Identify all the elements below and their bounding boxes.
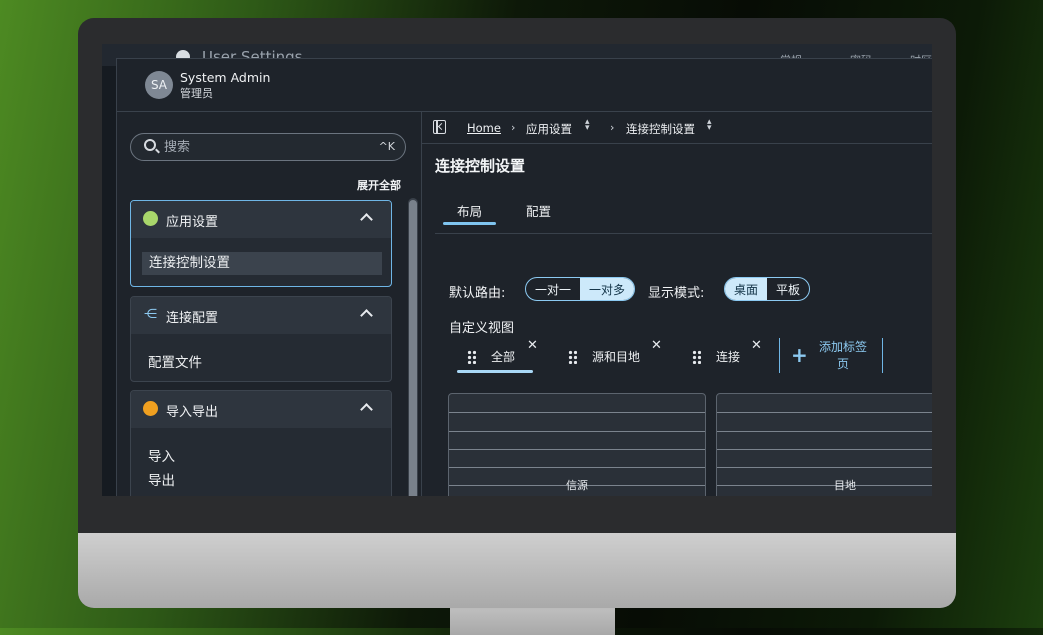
user-header: SA System Admin 管理员 (117, 59, 932, 112)
section-header-import-export[interactable]: 导入导出 (131, 391, 391, 428)
search-shortcut: ^K (378, 140, 395, 153)
search-icon (144, 139, 156, 151)
view-tab-label: 源和目地 (592, 350, 641, 364)
section-app-settings: 应用设置 连接控制设置 (130, 200, 392, 287)
monitor-chin (78, 533, 956, 608)
section-import-export: 导入导出 导入 导出 浏览 (130, 390, 392, 496)
drag-handle-icon[interactable] (568, 350, 577, 364)
active-tab-indicator (443, 222, 496, 225)
chevron-right-icon: › (511, 121, 516, 134)
route-toggle[interactable]: 一对一 一对多 (525, 277, 636, 301)
collapse-sidebar-icon[interactable] (433, 120, 446, 134)
sidebar-scrollbar[interactable] (408, 198, 418, 496)
section-connection-config: ⋲ 连接配置 配置文件 (130, 296, 392, 382)
page-tabs: 布局 配置 (435, 188, 932, 234)
source-card[interactable]: 信源 (448, 393, 706, 496)
add-tab-button[interactable]: + 添加标签页 (779, 338, 883, 373)
sidebar-item-connection-control[interactable]: 连接控制设置 (142, 252, 382, 275)
sidebar-item-profile[interactable]: 配置文件 (148, 351, 202, 371)
section-label: 应用设置 (166, 215, 219, 230)
display-mode-label: 显示模式: (648, 286, 705, 301)
section-header-app-settings[interactable]: 应用设置 (131, 201, 391, 238)
tab-config[interactable]: 配置 (526, 201, 551, 220)
main-content: Home › 应用设置 ▴ ▾ › 连接控制设置 ▴ ▾ 连接控制设置 布局 配置 … (422, 112, 932, 496)
view-tab-label: 连接 (716, 350, 741, 364)
card-title: 信源 (566, 479, 588, 492)
section-header-connection-config[interactable]: ⋲ 连接配置 (131, 297, 391, 334)
default-route-label: 默认路由: (449, 286, 506, 301)
transfer-icon (143, 401, 158, 416)
plus-icon: + (791, 343, 808, 367)
chevron-up-icon[interactable] (360, 309, 373, 322)
screen: User Settings 常规 密码 时区 SA System Admin 管… (102, 44, 932, 496)
close-icon[interactable]: ✕ (527, 338, 538, 353)
expand-all-button[interactable]: 展开全部 (357, 177, 401, 193)
display-option-desktop[interactable]: 桌面 (725, 278, 768, 300)
breadcrumb-home[interactable]: Home (467, 121, 501, 135)
chevron-right-icon: › (610, 121, 615, 134)
share-icon: ⋲ (144, 307, 157, 322)
close-icon[interactable]: ✕ (751, 338, 762, 353)
display-mode-toggle[interactable]: 桌面 平板 (724, 277, 811, 301)
sort-icon[interactable]: ▴ ▾ (707, 118, 712, 133)
add-tab-label: 添加标签页 (818, 340, 867, 371)
settings-dialog: SA System Admin 管理员 ^K 展开全部 应用设置 连接控制设置 (116, 58, 932, 496)
card-row-line (717, 412, 932, 413)
chevron-up-icon[interactable] (360, 213, 373, 226)
sidebar-item-browse[interactable]: 浏览 (148, 492, 175, 496)
destination-card[interactable]: 目地 (716, 393, 932, 496)
sidebar-item-import[interactable]: 导入 (148, 445, 175, 465)
route-option-one-to-one[interactable]: 一对一 (526, 278, 580, 300)
route-option-one-to-many[interactable]: 一对多 (580, 278, 635, 300)
background-sidebar-strip (102, 44, 116, 496)
card-row-line (449, 467, 705, 468)
settings-sidebar: ^K 展开全部 应用设置 连接控制设置 ⋲ 连接配置 配置文件 (117, 112, 422, 496)
drag-handle-icon[interactable] (692, 350, 701, 364)
card-row-line (717, 449, 932, 450)
close-icon[interactable]: ✕ (651, 338, 662, 353)
card-row-line (449, 412, 705, 413)
sidebar-item-export[interactable]: 导出 (148, 469, 175, 489)
scrollbar-thumb[interactable] (409, 200, 417, 496)
sort-icon[interactable]: ▴ ▾ (585, 118, 590, 133)
display-option-tablet[interactable]: 平板 (767, 278, 809, 300)
avatar[interactable]: SA (145, 71, 173, 99)
section-label: 连接配置 (166, 311, 219, 326)
custom-view-label: 自定义视图 (449, 321, 515, 336)
breadcrumb: Home › 应用设置 ▴ ▾ › 连接控制设置 ▴ ▾ (422, 112, 932, 144)
active-view-indicator (457, 370, 533, 373)
section-label: 导入导出 (166, 405, 219, 420)
breadcrumb-app-settings[interactable]: 应用设置 (526, 121, 572, 137)
card-row-line (449, 431, 705, 432)
chevron-up-icon[interactable] (360, 403, 373, 416)
user-name: System Admin (180, 70, 271, 85)
card-row-line (717, 431, 932, 432)
search-input[interactable] (162, 137, 366, 157)
view-tab-label: 全部 (491, 350, 516, 364)
card-row-line (717, 467, 932, 468)
card-row-line (449, 449, 705, 450)
breadcrumb-connection-control[interactable]: 连接控制设置 (626, 121, 695, 137)
tab-layout[interactable]: 布局 (457, 201, 482, 220)
search-box[interactable]: ^K (130, 133, 406, 161)
drag-handle-icon[interactable] (467, 350, 476, 364)
card-title: 目地 (834, 479, 856, 492)
user-role: 管理员 (180, 87, 213, 100)
palette-icon (143, 211, 158, 226)
page-title: 连接控制设置 (435, 157, 526, 175)
